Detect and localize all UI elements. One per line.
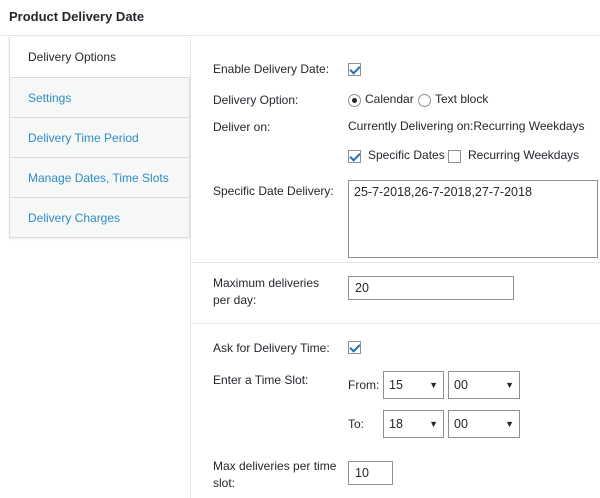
tab-delivery-time-period[interactable]: Delivery Time Period xyxy=(10,117,189,157)
page-header: Product Delivery Date xyxy=(0,0,600,36)
recurring-weekdays-label: Recurring Weekdays xyxy=(468,148,580,162)
to-minute-value: 00 xyxy=(454,417,468,431)
from-hour-select[interactable]: 15 ▼ xyxy=(383,371,444,399)
ask-delivery-time-checkbox[interactable] xyxy=(348,341,361,354)
from-minute-select[interactable]: 00 ▼ xyxy=(448,371,520,399)
deliver-on-status: Currently Delivering on:Recurring Weekda… xyxy=(348,119,585,133)
enable-delivery-date-label: Enable Delivery Date: xyxy=(213,62,330,76)
ask-delivery-time-label: Ask for Delivery Time: xyxy=(213,341,330,355)
specific-dates-checkbox[interactable] xyxy=(348,150,361,163)
settings-tabs: Delivery Options Settings Delivery Time … xyxy=(9,37,191,238)
from-hour-value: 15 xyxy=(389,378,403,392)
text-block-radio[interactable] xyxy=(418,94,431,107)
delivery-options-panel: Enable Delivery Date: Delivery Option: C… xyxy=(190,37,600,498)
time-slot-label: Enter a Time Slot: xyxy=(213,373,309,387)
max-deliveries-per-day-input[interactable]: 20 xyxy=(348,276,514,300)
tab-delivery-options[interactable]: Delivery Options xyxy=(10,37,191,77)
tab-delivery-charges[interactable]: Delivery Charges xyxy=(10,197,189,237)
tab-settings[interactable]: Settings xyxy=(10,77,189,117)
to-label: To: xyxy=(348,417,365,431)
max-deliveries-per-slot-label: Max deliveries per time slot: xyxy=(213,459,337,490)
to-hour-select[interactable]: 18 ▼ xyxy=(383,410,444,438)
enable-delivery-date-checkbox[interactable] xyxy=(348,63,361,76)
delivery-option-label: Delivery Option: xyxy=(213,93,299,107)
section-divider xyxy=(191,323,600,324)
chevron-down-icon: ▼ xyxy=(505,419,514,429)
chevron-down-icon: ▼ xyxy=(505,380,514,390)
from-label: From: xyxy=(348,378,380,392)
max-deliveries-per-day-label: Maximum deliveries per day: xyxy=(213,276,320,307)
chevron-down-icon: ▼ xyxy=(429,419,438,429)
max-deliveries-per-slot-input[interactable]: 10 xyxy=(348,461,393,485)
section-divider xyxy=(191,262,600,263)
specific-dates-label: Specific Dates xyxy=(368,148,445,162)
specific-date-delivery-label: Specific Date Delivery: xyxy=(213,184,334,198)
to-hour-value: 18 xyxy=(389,417,403,431)
calendar-radio[interactable] xyxy=(348,94,361,107)
to-minute-select[interactable]: 00 ▼ xyxy=(448,410,520,438)
from-minute-value: 00 xyxy=(454,378,468,392)
page-title: Product Delivery Date xyxy=(9,9,145,24)
calendar-radio-label: Calendar xyxy=(365,92,414,106)
chevron-down-icon: ▼ xyxy=(429,380,438,390)
text-block-radio-label: Text block xyxy=(435,92,489,106)
specific-date-delivery-textarea[interactable]: 25-7-2018,26-7-2018,27-7-2018 xyxy=(348,180,598,258)
recurring-weekdays-checkbox[interactable] xyxy=(448,150,461,163)
deliver-on-label: Deliver on: xyxy=(213,120,271,134)
tab-manage-dates-time-slots[interactable]: Manage Dates, Time Slots xyxy=(10,157,189,197)
